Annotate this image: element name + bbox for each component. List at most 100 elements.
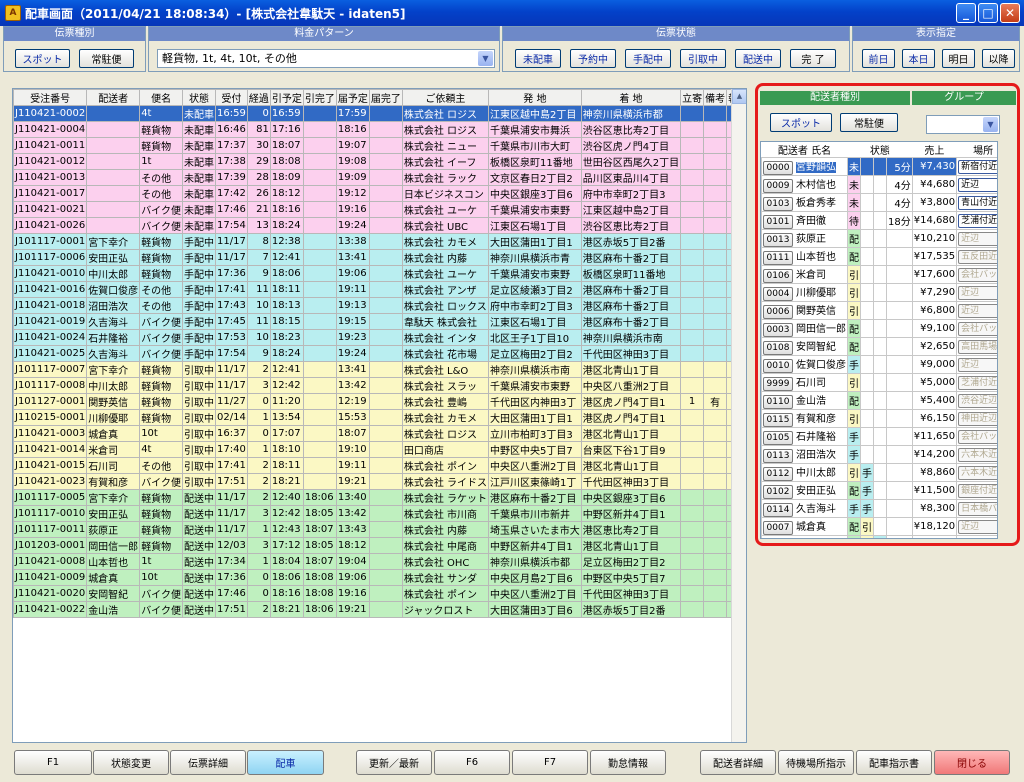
driver-place[interactable]: 新宿付近 [958, 159, 997, 174]
table-row[interactable]: J110215-0001 川柳優耶 軽貨物 引取中 02/14 1 13:54 15:53 株式… [13, 409, 746, 426]
col-header[interactable]: 届完了 [368, 89, 403, 106]
driver-place[interactable]: 会社バック [958, 429, 997, 444]
col-header[interactable]: 発 地 [488, 89, 582, 106]
table-row[interactable]: J101117-0008 中川太郎 軽貨物 引取中 11/17 3 12:42 13:42 株式… [13, 377, 746, 394]
driver-row[interactable]: 0010 佐賀口俊彦手 ¥9,000 近辺 [761, 355, 997, 374]
driver-code-button[interactable]: 0103 [763, 197, 793, 211]
driver-place[interactable]: 渋谷近辺 [958, 393, 997, 408]
minimize-button[interactable]: _ [956, 3, 976, 23]
driver-row[interactable]: 0003岡田信一郎配 ¥9,100会社バック [761, 319, 997, 338]
driver-place[interactable]: 近辺 [958, 231, 997, 246]
table-row[interactable]: J110421-0024 石井隆裕 バイク便 手配中 17:53 10 18:23 19:23… [13, 329, 746, 346]
later-button[interactable]: 以降 [982, 49, 1015, 68]
driver-row[interactable]: 0113沼田浩次手 ¥14,200六本木近辺 [761, 445, 997, 464]
state-btn-delivering[interactable]: 配送中 [735, 49, 781, 68]
driver-place[interactable]: 近辺 [958, 285, 997, 300]
joutyu-button[interactable]: 常駐便 [79, 49, 134, 68]
driver-code-button[interactable]: 0114 [763, 503, 793, 517]
driver-row[interactable]: 0014宮下幸介配引手 ¥16,410近辺 [761, 535, 997, 538]
driver-row[interactable]: 0006 関野英信引 ¥6,800 近辺 [761, 301, 997, 320]
driver-place[interactable]: 会社バック [958, 321, 997, 336]
driver-place[interactable]: 日本橋バック [958, 501, 997, 516]
tomorrow-button[interactable]: 明日 [942, 49, 975, 68]
table-row[interactable]: J110421-0008 山本哲也 1t 配送中 17:34 1 18:04 18:07 19:… [13, 553, 746, 570]
table-row[interactable]: J110421-0025 久吉海斗 バイク便 手配中 17:54 9 18:24 19:24 株… [13, 345, 746, 362]
prev-day-button[interactable]: 前日 [862, 49, 895, 68]
col-header[interactable]: 経過 [246, 89, 271, 106]
driver-row[interactable]: 0101 斉田徹待 18分 ¥14,680 芝浦付近 [761, 211, 997, 230]
driver-row[interactable]: 0105石井隆裕手 ¥11,650会社バック [761, 427, 997, 446]
driver-row[interactable]: 0013 荻原正配 ¥10,210 近辺 [761, 229, 997, 248]
f6-button[interactable]: F6 [434, 750, 510, 775]
table-row[interactable]: J101117-0007 宮下幸介 軽貨物 引取中 11/17 2 12:41 13:41 株式… [13, 361, 746, 378]
driver-place[interactable]: 青山付近 [958, 195, 997, 210]
driver-place[interactable]: 近辺 [958, 303, 997, 318]
driver-code-button[interactable]: 0102 [763, 485, 793, 499]
table-row[interactable]: J110421-0013 その他 未配車 17:39 28 18:09 19:09 株式会社 … [13, 169, 746, 186]
state-change-button[interactable]: 状態変更 [93, 750, 169, 775]
driver-detail-button[interactable]: 配送者詳細 [700, 750, 776, 775]
table-row[interactable]: J110421-0004 軽貨物 未配車 16:46 81 17:16 18:16 株式会社 … [13, 121, 746, 138]
table-row[interactable]: J110421-0017 その他 未配車 17:42 26 18:12 19:12 日本ビジネ… [13, 185, 746, 202]
table-row[interactable]: J110421-0023 有賀和彦 バイク便 引取中 17:51 2 18:21 19:21 株… [13, 473, 746, 490]
table-row[interactable]: J110421-0009 城倉真 10t 配送中 17:36 0 18:06 18:08 19:… [13, 569, 746, 586]
driver-row[interactable]: 0103 板倉秀孝未 4分 ¥3,800 青山付近 [761, 193, 997, 212]
driver-row[interactable]: 0114久吉海斗手手¥8,300日本橋バック [761, 499, 997, 518]
driver-place[interactable]: 六本木近辺 [958, 447, 997, 462]
driver-code-button[interactable]: 9999 [763, 377, 793, 391]
table-row[interactable]: J101117-0010 安田正弘 軽貨物 配送中 11/17 3 12:42 18:05 13… [13, 505, 746, 522]
f7-button[interactable]: F7 [512, 750, 588, 775]
col-header[interactable]: 引予定 [269, 89, 304, 106]
driver-place[interactable]: 芝浦付近 [958, 375, 997, 390]
spot-button[interactable]: スポット [15, 49, 70, 68]
col-header[interactable]: 状態 [182, 89, 216, 106]
state-btn-arranging[interactable]: 手配中 [625, 49, 671, 68]
driver-grid[interactable]: 配送者 氏名 状態 売上 場所 0000 宮野韻弘未 5分 ¥7,430 新宿付近 000… [760, 141, 998, 539]
col-header[interactable]: ご依頼主 [401, 89, 490, 106]
driver-row[interactable]: 0004 川柳優耶引 ¥7,290 近辺 [761, 283, 997, 302]
driver-row[interactable]: 0111山本哲也配 ¥17,535五反田近辺 [761, 247, 997, 266]
table-row[interactable]: J101127-0001 関野英信 軽貨物 引取中 11/27 0 11:20 12:19 株式… [13, 393, 746, 410]
driver-code-button[interactable]: 0009 [763, 179, 793, 193]
driver-code-button[interactable]: 0004 [763, 287, 793, 301]
table-row[interactable]: J110421-0002 4t 未配車 16:59 0 16:59 17:59 株式会社 ロジ… [13, 105, 746, 122]
attendance-button[interactable]: 勤怠情報 [590, 750, 666, 775]
driver-code-button[interactable]: 0108 [763, 341, 793, 355]
col-header[interactable]: 配送者 [86, 89, 141, 106]
today-button[interactable]: 本日 [902, 49, 935, 68]
driver-row[interactable]: 0000 宮野韻弘未 5分 ¥7,430 新宿付近 [761, 157, 997, 176]
table-row[interactable]: J110421-0010 中川太郎 軽貨物 手配中 17:36 9 18:06 19:06 株式… [13, 265, 746, 282]
driver-code-button[interactable]: 0105 [763, 431, 793, 445]
table-row[interactable]: J110421-0022 金山浩 バイク便 配送中 17:51 2 18:21 18:06 19… [13, 601, 746, 618]
driver-code-button[interactable]: 0101 [763, 215, 793, 229]
driver-place[interactable]: 芝浦付近 [958, 213, 997, 228]
voucher-detail-button[interactable]: 伝票詳細 [170, 750, 246, 775]
refresh-button[interactable]: 更新／最新 [356, 750, 432, 775]
table-row[interactable]: J101117-0005 宮下幸介 軽貨物 配送中 11/17 2 12:40 18:06 13… [13, 489, 746, 506]
driver-place[interactable]: 銀座付近 [958, 483, 997, 498]
col-header[interactable]: 受注番号 [13, 89, 88, 106]
driver-code-button[interactable]: 0111 [763, 251, 793, 265]
dispatch-button[interactable]: 配車 [247, 750, 324, 775]
table-row[interactable]: J110421-0015 石川司 その他 引取中 17:41 2 18:11 19:11 株式会… [13, 457, 746, 474]
standby-place-button[interactable]: 待機場所指示 [778, 750, 854, 775]
driver-code-button[interactable]: 0106 [763, 269, 793, 283]
col-header[interactable]: 届予定 [335, 89, 370, 106]
dispatch-sheet-button[interactable]: 配車指示書 [856, 750, 932, 775]
driver-joutyu-button[interactable]: 常駐便 [840, 113, 898, 132]
table-row[interactable]: J110421-0019 久吉海斗 バイク便 手配中 17:45 11 18:15 19:15… [13, 313, 746, 330]
driver-place[interactable]: 会社バック [958, 267, 997, 282]
col-header[interactable]: 受付 [215, 89, 248, 106]
table-row[interactable]: J110421-0020 安岡智紀 バイク便 配送中 17:46 0 18:16 18:08 1… [13, 585, 746, 602]
fee-pattern-select[interactable]: 軽貨物, 1t, 4t, 10t, その他 ▼ [157, 49, 495, 68]
col-header[interactable]: 便名 [139, 89, 183, 106]
driver-place[interactable]: 神田近辺 [958, 411, 997, 426]
table-row[interactable]: J110421-0011 軽貨物 未配車 17:37 30 18:07 19:07 株式会社 … [13, 137, 746, 154]
driver-code-button[interactable]: 0112 [763, 467, 793, 481]
table-row[interactable]: J110421-0012 1t 未配車 17:38 29 18:08 19:08 株式会社 イ… [13, 153, 746, 170]
table-row[interactable]: J110421-0026 バイク便 未配車 17:54 13 18:24 19:24 株式会社… [13, 217, 746, 234]
col-header[interactable]: 引完了 [302, 89, 337, 106]
table-row[interactable]: J110421-0016 佐賀口俊彦 その他 手配中 17:41 11 18:11 19:11… [13, 281, 746, 298]
f1-button[interactable]: F1 [14, 750, 92, 775]
table-row[interactable]: J110421-0003 城倉真 10t 引取中 16:37 0 17:07 18:07 株式会… [13, 425, 746, 442]
